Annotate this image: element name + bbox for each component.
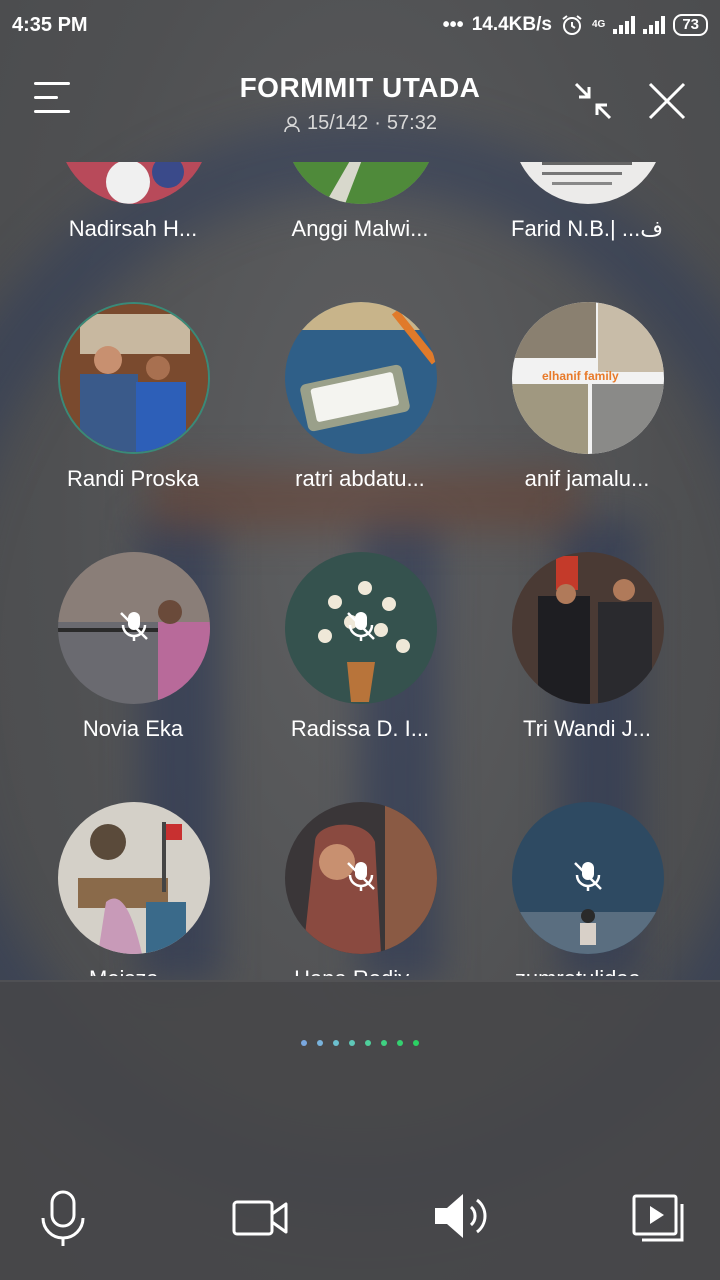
status-bar: 4:35 PM ••• 14.4KB/s 4G 73 (0, 0, 720, 50)
page-dot (381, 1040, 387, 1046)
svg-text:elhanif family: elhanif family (542, 369, 619, 383)
page-dot (317, 1040, 323, 1046)
page-dot (333, 1040, 339, 1046)
participant-name: Tri Wandi J... (523, 716, 651, 741)
network-type: 4G (591, 19, 606, 30)
call-toolbar (0, 1180, 720, 1260)
avatar (285, 552, 437, 704)
separator-dot: · (374, 112, 381, 134)
participant-name: zumrotulidaa... (487, 966, 687, 976)
page-indicator[interactable] (0, 1040, 720, 1046)
more-dots-icon: ••• (442, 13, 464, 36)
participant-tile[interactable]: ratri abdatu... (260, 302, 460, 552)
participant-tile[interactable]: Radissa D. I... (260, 552, 460, 802)
participant-name: Hana Rodiy... (260, 966, 460, 976)
participant-name: Meisza... (33, 966, 233, 976)
participant-tile[interactable]: Farid N.B.| ...ف (487, 162, 687, 302)
speaker-icon (435, 1194, 487, 1238)
alarm-icon (562, 15, 582, 35)
avatar (58, 552, 210, 704)
avatar (512, 552, 664, 704)
mic-off-icon (347, 862, 375, 891)
participant-tile[interactable]: Randi Proska (33, 302, 233, 552)
video-camera-icon (232, 1200, 288, 1236)
participant-grid: Nadirsah H... Anggi Malwi... Farid N.B.|… (0, 162, 720, 976)
signal-icon-2 (643, 16, 666, 34)
avatar (512, 162, 664, 204)
participant-name: Randi Proska (66, 466, 200, 491)
participant-name: Radissa D. I... (290, 716, 430, 741)
page-dot (301, 1040, 307, 1046)
participant-tile[interactable]: Anggi Malwi... (260, 162, 460, 302)
page-dot (349, 1040, 355, 1046)
mic-off-icon (120, 612, 148, 641)
mic-off-icon (574, 862, 602, 891)
screen-share-button[interactable] (624, 1180, 694, 1250)
microphone-button[interactable] (28, 1180, 98, 1250)
minimize-icon (574, 82, 612, 120)
close-icon (648, 82, 686, 120)
participant-tile[interactable]: Novia Eka (33, 552, 233, 802)
call-duration: 57:32 (386, 112, 437, 134)
page-dot (365, 1040, 371, 1046)
person-icon (284, 115, 300, 132)
participant-name: Farid N.B.| ...ف (511, 216, 663, 241)
avatar (285, 162, 437, 204)
battery-icon: 73 (673, 14, 708, 36)
microphone-icon (41, 1190, 85, 1246)
participant-tile[interactable]: Nadirsah H... (33, 162, 233, 302)
participant-count: 15/142 (307, 112, 369, 134)
participant-name: Novia Eka (82, 716, 184, 741)
close-button[interactable] (644, 78, 690, 124)
signal-icon (613, 16, 636, 34)
screen-share-icon (632, 1194, 684, 1242)
speaker-button[interactable] (425, 1180, 495, 1250)
avatar (512, 802, 664, 954)
participant-tile[interactable]: zumrotulidaa... (487, 802, 687, 976)
avatar (285, 302, 437, 454)
participant-name: Anggi Malwi... (291, 216, 429, 241)
minimize-button[interactable] (570, 78, 616, 124)
page-dot (413, 1040, 419, 1046)
mic-off-icon (347, 612, 375, 641)
video-button[interactable] (224, 1180, 294, 1250)
avatar: elhanif family (512, 302, 664, 454)
participant-name: anif jamalu... (524, 466, 650, 491)
participant-tile[interactable]: Hana Rodiy... (260, 802, 460, 976)
avatar (58, 162, 210, 204)
participant-tile[interactable]: Tri Wandi J... (487, 552, 687, 802)
avatar (285, 802, 437, 954)
status-time: 4:35 PM (12, 13, 88, 36)
participant-name: Nadirsah H... (68, 216, 198, 241)
participant-tile[interactable]: elhanif family anif jamalu... (487, 302, 687, 552)
network-speed: 14.4KB/s (471, 14, 552, 35)
participant-tile[interactable]: Meisza... (33, 802, 233, 976)
participant-name: ratri abdatu... (295, 466, 425, 491)
page-dot (397, 1040, 403, 1046)
avatar (58, 802, 210, 954)
avatar (58, 302, 210, 454)
call-header: FORMMIT UTADA 15/142 · 57:32 (0, 58, 720, 148)
